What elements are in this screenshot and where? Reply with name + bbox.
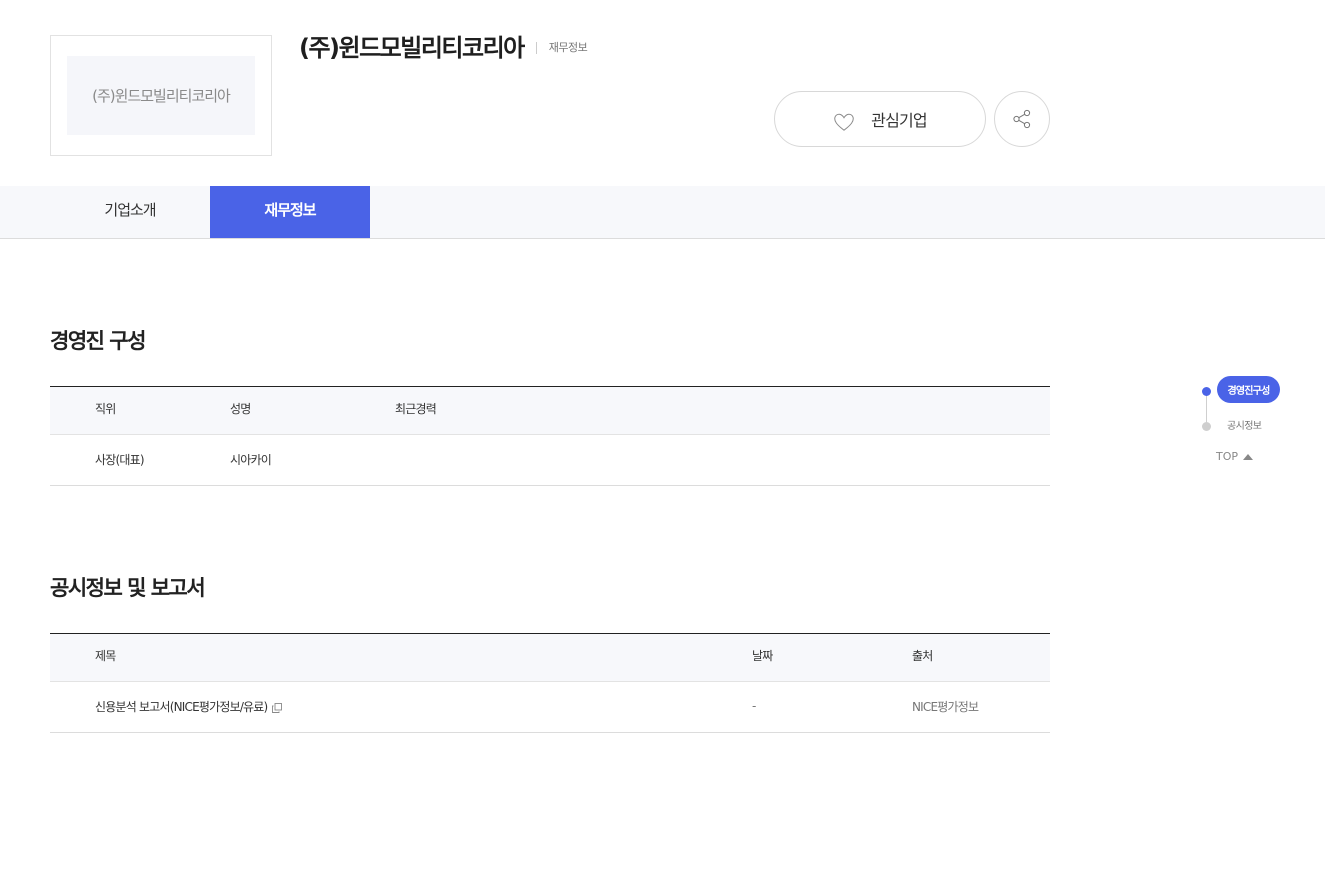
title-separator: [535, 41, 537, 54]
favorite-button-label: 관심기업: [871, 111, 927, 130]
executive-position: 사장(대표): [95, 452, 145, 467]
side-nav-dot-inactive: [1202, 422, 1211, 431]
tab-bar: 기업소개 재무정보: [0, 186, 1325, 239]
executive-name: 시아카이: [230, 452, 272, 467]
side-nav-dot-active: [1202, 387, 1211, 396]
tab-financial-info[interactable]: 재무정보: [210, 186, 370, 238]
table-row: 신용분석 보고서(NICE평가정보/유료) - NICE평가정보: [50, 682, 1050, 733]
disclosures-table: 제목 날짜 출처 신용분석 보고서(NICE평가정보/유료) - NICE평가정…: [50, 633, 1050, 733]
table-row: 사장(대표) 시아카이: [50, 435, 1050, 486]
side-navigation: 경영진구성 공시정보 TOP: [1198, 375, 1298, 475]
disclosure-title: 신용분석 보고서(NICE평가정보/유료): [95, 699, 268, 714]
scroll-top-label: TOP: [1216, 450, 1239, 463]
disclosure-title-link[interactable]: 신용분석 보고서(NICE평가정보/유료): [95, 682, 283, 732]
header-position: 직위: [95, 402, 116, 416]
current-section-label: 재무정보: [548, 40, 588, 54]
header-source: 출처: [912, 649, 933, 663]
tab-company-intro[interactable]: 기업소개: [50, 186, 210, 238]
side-nav-item-executives[interactable]: 경영진구성: [1217, 376, 1280, 403]
company-name: (주)윈드모빌리티코리아: [299, 34, 525, 62]
header-title: 제목: [95, 649, 116, 663]
executives-section-title: 경영진 구성: [50, 329, 146, 353]
share-button[interactable]: [994, 91, 1050, 147]
disclosures-table-header: 제목 날짜 출처: [50, 634, 1050, 682]
disclosures-section-title: 공시정보 및 보고서: [50, 576, 206, 600]
scroll-top-button[interactable]: TOP: [1216, 450, 1254, 463]
header-career: 최근경력: [395, 402, 437, 416]
side-nav-item-disclosures[interactable]: 공시정보: [1227, 417, 1262, 432]
company-title-row: (주)윈드모빌리티코리아 재무정보: [299, 28, 588, 63]
favorite-company-button[interactable]: 관심기업: [774, 91, 986, 147]
external-link-icon: [272, 703, 283, 713]
disclosure-date: -: [752, 699, 756, 713]
share-icon: [1013, 109, 1031, 129]
company-logo-text: (주)윈드모빌리티코리아: [67, 56, 255, 135]
company-logo-box: (주)윈드모빌리티코리아: [50, 35, 272, 156]
disclosure-source: NICE평가정보: [912, 699, 979, 714]
header-date: 날짜: [752, 649, 773, 663]
heart-outline-icon: [834, 113, 854, 131]
triangle-up-icon: [1243, 453, 1254, 460]
header-name: 성명: [230, 402, 251, 416]
executives-table: 직위 성명 최근경력 사장(대표) 시아카이: [50, 386, 1050, 486]
executives-table-header: 직위 성명 최근경력: [50, 387, 1050, 435]
